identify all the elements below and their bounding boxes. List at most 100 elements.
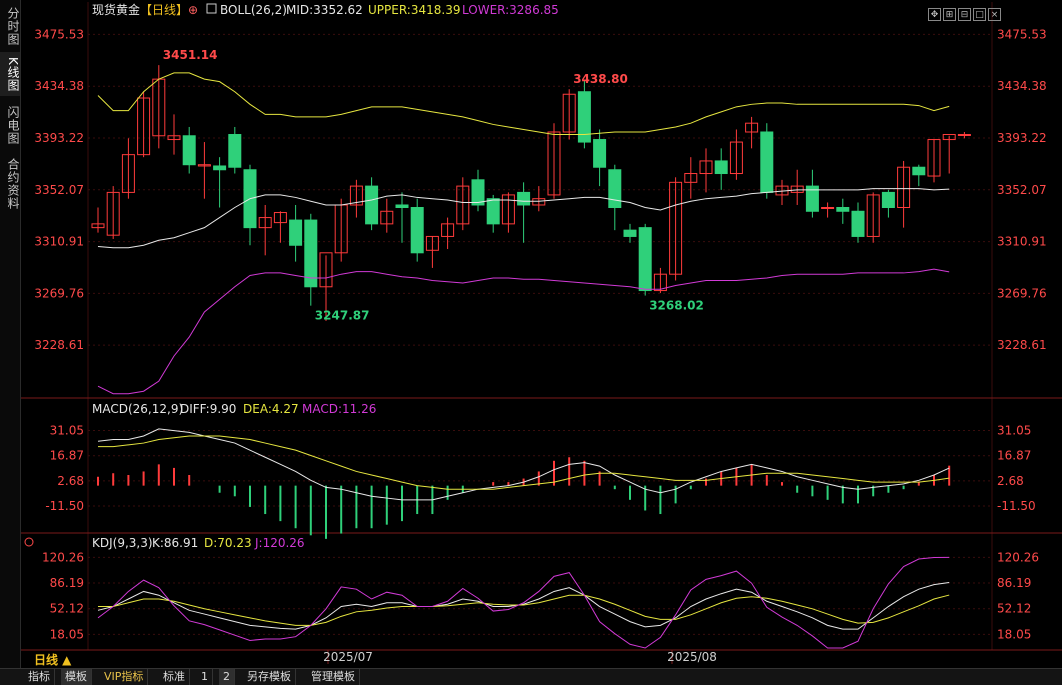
y-tick-label-right: 3310.91 [997,235,1047,249]
boll-upper-line [97,72,950,136]
extreme-price-label: 3247.87 [315,309,370,323]
y-tick-label-left: 120.26 [42,550,84,564]
boll-lower-value: LOWER:3286.85 [462,3,559,17]
tab-flash[interactable]: 闪电图 [0,100,20,150]
x-tick-label: 2025/07 [323,650,373,664]
y-tick-label-left: 3475.53 [34,27,84,41]
boll-label: BOLL(26,2) [220,3,287,17]
boll-lower-line [97,268,950,395]
y-tick-label-right: 3475.53 [997,27,1047,41]
extreme-price-label: 3451.14 [163,48,218,62]
view-switcher: 分时图 K线图 闪电图 合约资料 [0,0,21,668]
zoom-in-icon[interactable]: ⊞ [943,8,956,21]
y-tick-label-right: 18.05 [997,627,1031,641]
indicator-button[interactable]: 指标 [24,669,55,685]
macd-diff-line [97,428,950,501]
y-tick-label-left: 3352.07 [34,183,84,197]
axis-labels: 3475.53 3475.53 3434.38 3434.38 3393.22 3393.… [34,27,1046,664]
candle-body [821,207,835,209]
macd-dea-value: DEA:4.27 [243,402,299,416]
candle-body [760,131,774,193]
candle-body [289,219,303,246]
candle-body [471,179,485,206]
y-tick-label-right: 52.12 [997,602,1031,616]
vip-indicator-button[interactable]: VIP指标 [100,669,149,685]
grid-layer [20,2,1062,664]
save-template-button[interactable]: 另存模板 [243,669,296,685]
template-button[interactable]: 模板 [61,669,92,685]
y-tick-label-left: 16.87 [50,449,84,463]
candle-body [912,166,926,176]
tab-contract-info[interactable]: 合约资料 [0,154,20,214]
chart-controls: ✥ ⊞ ⊟ □ × [928,2,1003,21]
kdj-d-value: D:70.23 [204,536,252,550]
price-panel[interactable]: 3451.14 3438.80 3247.87 3268.02 [91,48,971,395]
boll-toggle-icon[interactable] [206,3,217,14]
y-tick-label-right: 120.26 [997,550,1039,564]
candle-body [851,210,865,237]
candle-body [714,160,728,175]
macd-diff-value: DIFF:9.90 [180,402,236,416]
y-tick-label-left: 3393.22 [34,131,84,145]
candle-body [623,229,637,237]
tab-kline[interactable]: K线图 [0,52,20,96]
period-tag: 【日线】 [140,3,188,17]
kdj-settings-icon[interactable] [24,537,34,547]
candle-body [608,169,622,208]
candle-body [182,135,196,166]
y-tick-label-left: 86.19 [50,576,84,590]
y-tick-label-right: 31.05 [997,424,1031,438]
macd-label: MACD(26,12,9) [92,402,183,416]
y-tick-label-left: 3228.61 [34,338,84,352]
y-tick-label-right: 3269.76 [997,286,1047,300]
kdj-label: KDJ(9,3,3) [92,536,153,550]
y-tick-label-left: 31.05 [50,424,84,438]
candle-body [836,207,850,212]
macd-value: MACD:11.26 [302,402,376,416]
y-tick-label-left: 2.68 [57,474,84,488]
kdj-k-value: K:86.91 [152,536,198,550]
y-tick-label-right: 2.68 [997,474,1024,488]
candle-body [395,204,409,208]
zoom-out-icon[interactable]: ⊟ [958,8,971,21]
candle-body [365,185,379,225]
bottom-toolbar: 指标 模板 VIP指标 标准 1 2 另存模板 管理模板 [0,668,1062,685]
layout-1-button[interactable]: 1 [197,669,213,685]
candle-body [486,198,500,225]
y-tick-label-left: 3269.76 [34,286,84,300]
macd-panel[interactable] [97,428,951,539]
close-icon[interactable]: × [988,8,1001,21]
chart-canvas[interactable]: 3451.14 3438.80 3247.87 3268.02 3475.53 3475… [0,0,1062,668]
restore-icon[interactable]: □ [973,8,986,21]
y-tick-label-right: -11.50 [997,499,1036,513]
y-tick-label-left: 52.12 [50,602,84,616]
y-tick-label-right: 3228.61 [997,338,1047,352]
candle-body [593,139,607,168]
boll-upper-value: UPPER:3418.39 [368,3,460,17]
add-indicator-icon[interactable]: ⊕ [188,3,198,17]
y-tick-label-right: 86.19 [997,576,1031,590]
kdj-k-line [97,581,950,630]
period-selector[interactable]: 日线 ▲ [34,651,71,668]
extreme-price-label: 3268.02 [649,299,704,313]
candle-body [881,191,895,208]
y-tick-label-left: -11.50 [45,499,84,513]
standard-button[interactable]: 标准 [159,669,190,685]
y-tick-label-right: 16.87 [997,449,1031,463]
kdj-j-value: J:120.26 [254,536,305,550]
y-tick-label-right: 3393.22 [997,131,1047,145]
candle-body [638,227,652,292]
candle-body [517,191,531,206]
candle-body [410,207,424,254]
tab-timeshare[interactable]: 分时图 [0,4,20,48]
y-tick-label-left: 18.05 [50,627,84,641]
y-tick-label-right: 3352.07 [997,183,1047,197]
manage-template-button[interactable]: 管理模板 [307,669,360,685]
y-tick-label-right: 3434.38 [997,79,1047,93]
boll-mid-value: MID:3352.62 [286,3,363,17]
instrument-title: 现货黄金 [92,2,140,17]
move-icon[interactable]: ✥ [928,8,941,21]
layout-2-button[interactable]: 2 [219,669,235,685]
extreme-price-label: 3438.80 [573,72,628,86]
candle-body [213,165,227,171]
